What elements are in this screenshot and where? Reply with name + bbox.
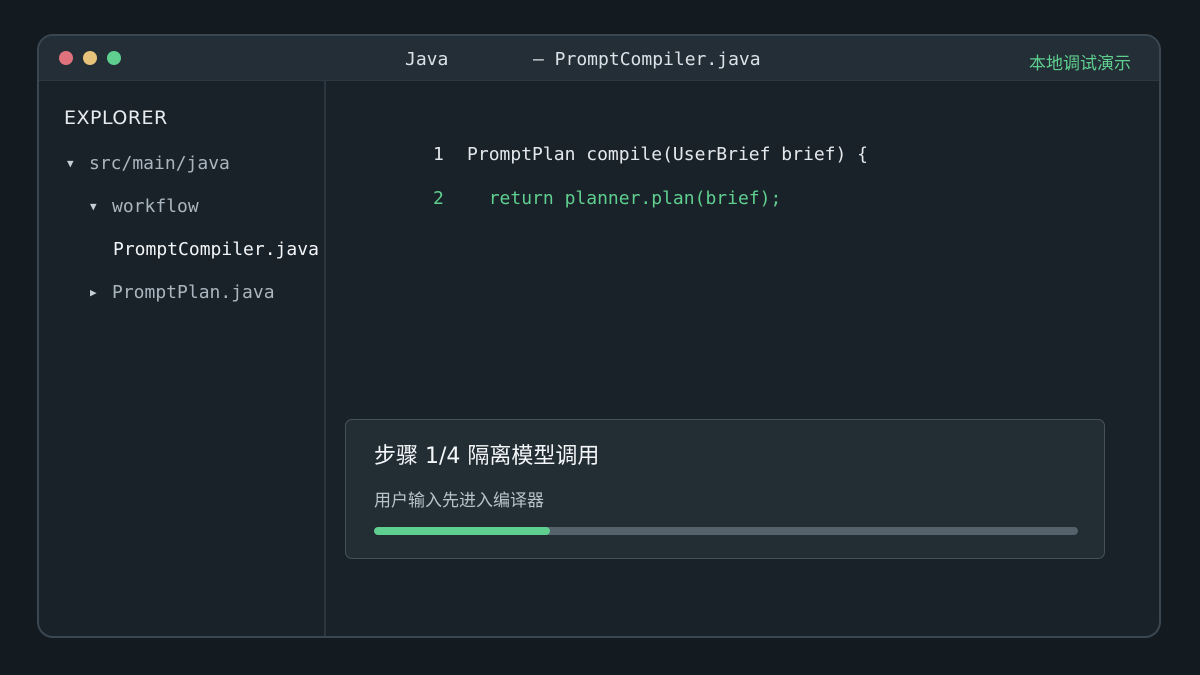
tree-folder-src-main-java[interactable]: ▼ src/main/java: [67, 153, 230, 174]
caret-right-icon: ▶: [90, 286, 97, 299]
caret-down-icon: ▼: [90, 200, 97, 213]
step-title: 步骤 1/4 隔离模型调用: [374, 444, 600, 469]
tree-item-label: PromptCompiler.java: [113, 239, 319, 260]
editor-window: Java — PromptCompiler.java 本地调试演示 EXPLOR…: [37, 34, 1161, 638]
tree-folder-workflow[interactable]: ▼ workflow: [90, 196, 199, 217]
step-description: 用户输入先进入编译器: [374, 491, 544, 511]
tree-item-label: workflow: [112, 196, 199, 217]
window-title-language: Java: [405, 49, 449, 70]
tree-item-label: src/main/java: [89, 153, 230, 174]
explorer-sidebar: EXPLORER ▼ src/main/java ▼ workflow Prompt…: [39, 81, 326, 636]
progress-fill: [374, 527, 550, 535]
minimize-window-button[interactable]: [83, 51, 97, 65]
maximize-window-button[interactable]: [107, 51, 121, 65]
title-bar: Java — PromptCompiler.java 本地调试演示: [39, 36, 1159, 81]
window-title-file: — PromptCompiler.java: [533, 49, 761, 70]
line-number: 1: [433, 144, 444, 165]
code-text: PromptPlan compile(UserBrief brief) {: [467, 144, 868, 165]
progress-bar: [374, 527, 1078, 535]
explorer-title: EXPLORER: [64, 107, 168, 129]
debug-demo-badge: 本地调试演示: [1029, 54, 1131, 74]
close-window-button[interactable]: [59, 51, 73, 65]
code-text: return planner.plan(brief);: [467, 188, 782, 209]
tree-item-label: PromptPlan.java: [112, 282, 275, 303]
tree-file-promptcompiler[interactable]: PromptCompiler.java: [113, 239, 319, 260]
code-line-highlighted: 2 return planner.plan(brief);: [368, 167, 781, 230]
tree-file-promptplan[interactable]: ▶ PromptPlan.java: [90, 282, 275, 303]
caret-down-icon: ▼: [67, 157, 74, 170]
step-card: 步骤 1/4 隔离模型调用 用户输入先进入编译器: [345, 419, 1105, 559]
line-number: 2: [433, 188, 444, 209]
